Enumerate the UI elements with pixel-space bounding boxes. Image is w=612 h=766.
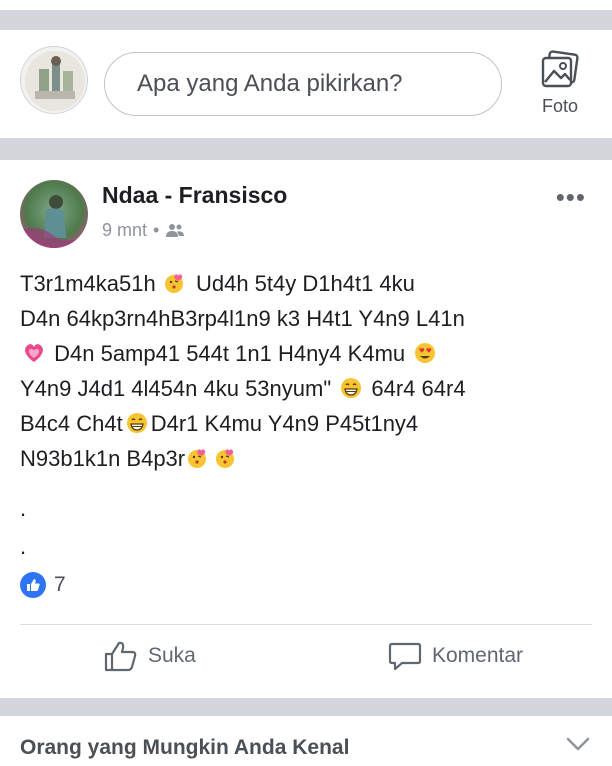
status-composer: Apa yang Anda pikirkan? Foto — [0, 30, 612, 138]
grinning-face-emoji-icon — [125, 409, 149, 433]
post-text-line: Y4n9 J4d1 4l454n 4ku 53nyum" 64r4 64r4 — [20, 371, 592, 406]
post-text-segment: D4n 5amp41 544t 1n1 H4ny4 K4mu — [48, 341, 412, 366]
comment-icon — [388, 642, 422, 671]
photo-label: Foto — [541, 96, 579, 116]
post-text-line: D4n 5amp41 544t 1n1 H4ny4 K4mu — [20, 336, 592, 371]
photo-icon — [541, 50, 579, 88]
post-text-segment: Y4n9 J4d1 4l454n 4ku 53nyum" — [20, 376, 338, 401]
comment-label: Komentar — [432, 644, 524, 667]
feed-post: Ndaa - Fransisco 9 mnt • ••• T3r1m4ka51h… — [0, 160, 612, 698]
grinning-face-emoji-icon — [339, 374, 363, 398]
photo-button[interactable]: Foto — [528, 48, 592, 128]
thumbs-up-icon — [104, 641, 137, 672]
people-you-may-know: Orang yang Mungkin Anda Kenal — [0, 716, 612, 766]
more-options-icon[interactable]: ••• — [556, 182, 586, 213]
comment-button[interactable]: Komentar — [388, 640, 523, 672]
dot-line: . — [20, 534, 27, 559]
kissing-heart-face-emoji-icon — [164, 269, 188, 293]
post-divider — [20, 624, 592, 625]
post-text-segment: Ud4h 5t4y D1h4t1 4ku — [189, 271, 415, 296]
kissing-heart-face-emoji-icon — [215, 444, 239, 468]
user-avatar[interactable] — [20, 46, 88, 114]
like-label: Suka — [148, 644, 196, 667]
post-text-segment: D4n 64kp3rn4hB3rp4l1n9 k3 H4t1 Y4n9 L41n — [20, 306, 465, 331]
post-text-segment: D4r1 K4mu Y4n9 P45t1ny4 — [150, 411, 419, 436]
post-timestamp[interactable]: 9 mnt — [102, 220, 147, 241]
post-text-line: T3r1m4ka51h Ud4h 5t4y D1h4t1 4ku — [20, 266, 592, 301]
post-text-segment: T3r1m4ka51h — [20, 271, 162, 296]
like-reaction-icon — [20, 572, 46, 598]
reaction-summary[interactable]: 7 — [20, 572, 66, 598]
like-count: 7 — [54, 573, 66, 596]
post-text-dots: . . — [20, 490, 26, 566]
previous-card-edge — [0, 0, 612, 10]
growing-heart-emoji-icon — [22, 339, 46, 362]
author-avatar[interactable] — [20, 180, 88, 248]
like-button[interactable]: Suka — [104, 640, 196, 672]
post-text-segment: B4c4 Ch4t — [20, 411, 123, 436]
suggestions-title: Orang yang Mungkin Anda Kenal — [20, 736, 350, 759]
status-input[interactable]: Apa yang Anda pikirkan? — [104, 52, 502, 116]
post-text-line: N93b1k1n B4p3r — [20, 441, 592, 476]
post-text-line: B4c4 Ch4t D4r1 K4mu Y4n9 P45t1ny4 — [20, 406, 592, 441]
heart-eyes-face-emoji-icon — [413, 339, 437, 363]
post-author-name[interactable]: Ndaa - Fransisco — [102, 182, 287, 209]
chevron-down-icon[interactable] — [564, 734, 592, 754]
meta-separator: • — [153, 220, 160, 240]
post-text-line: D4n 64kp3rn4hB3rp4l1n9 k3 H4t1 Y4n9 L41n — [20, 301, 592, 336]
status-input-placeholder: Apa yang Anda pikirkan? — [137, 70, 403, 97]
post-text-segment: N93b1k1n B4p3r — [20, 446, 186, 471]
post-meta: 9 mnt • — [102, 220, 185, 241]
friends-icon — [166, 223, 185, 237]
top-separator — [0, 0, 612, 30]
post-text: T3r1m4ka51h Ud4h 5t4y D1h4t1 4ku D4n 64kp… — [20, 266, 592, 476]
dot-line: . — [20, 496, 27, 521]
post-text-segment: 64r4 64r4 — [365, 376, 466, 401]
kissing-heart-face-emoji-icon — [187, 444, 211, 468]
